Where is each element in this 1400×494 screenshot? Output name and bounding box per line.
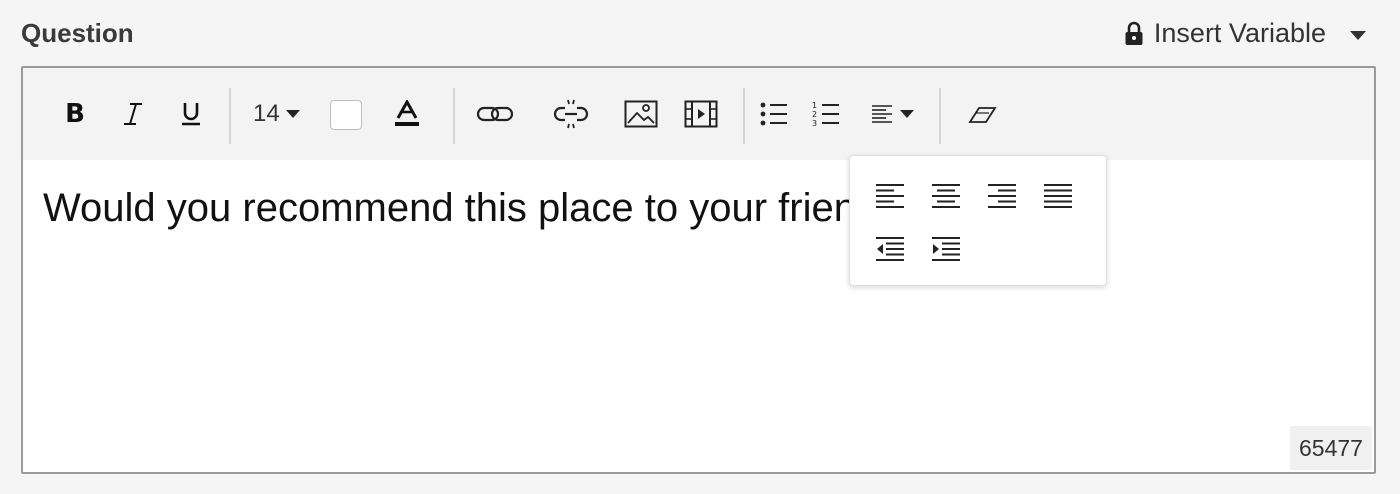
align-center-icon: [932, 184, 960, 208]
svg-text:3: 3: [812, 119, 817, 128]
numbered-list-icon: 1 2 3: [812, 101, 839, 128]
unlink-icon: [553, 99, 589, 129]
italic-button[interactable]: [117, 92, 149, 136]
insert-variable-dropdown[interactable]: Insert Variable: [1124, 18, 1366, 49]
toolbar-divider: [453, 88, 455, 144]
numbered-list-button[interactable]: 1 2 3: [809, 92, 843, 136]
font-size-value: 14: [253, 100, 280, 127]
svg-text:1: 1: [812, 101, 817, 110]
remove-link-button[interactable]: [549, 92, 593, 136]
underline-icon: [182, 103, 200, 126]
insert-video-button[interactable]: [681, 92, 721, 136]
bold-button[interactable]: B: [59, 92, 91, 136]
align-left-option[interactable]: [868, 176, 912, 216]
align-center-option[interactable]: [924, 176, 968, 216]
video-icon: [684, 100, 718, 128]
character-counter: 65477: [1290, 426, 1372, 470]
image-icon: [624, 100, 658, 128]
bullet-list-button[interactable]: [757, 92, 791, 136]
indent-icon: [932, 237, 960, 261]
align-justify-option[interactable]: [1036, 176, 1080, 216]
toolbar-divider: [743, 88, 745, 144]
chevron-down-icon: [900, 110, 914, 118]
toolbar-divider: [939, 88, 941, 144]
rich-text-editor[interactable]: B 14 1 2 3 Would you recommend this plac…: [21, 66, 1376, 474]
outdent-option[interactable]: [868, 229, 912, 269]
svg-text:2: 2: [812, 110, 817, 119]
align-left-icon: [872, 105, 892, 123]
underline-button[interactable]: [175, 92, 207, 136]
link-icon: [476, 106, 514, 122]
lock-icon: [1125, 21, 1143, 45]
editor-content[interactable]: Would you recommend this place to your f…: [43, 186, 1343, 231]
toolbar-divider: [229, 88, 231, 144]
chevron-down-icon: [1350, 31, 1366, 40]
alignment-dropdown[interactable]: [865, 92, 921, 136]
font-color-icon: [395, 100, 419, 126]
align-justify-icon: [1044, 184, 1072, 208]
insert-image-button[interactable]: [621, 92, 661, 136]
indent-option[interactable]: [924, 229, 968, 269]
insert-variable-label: Insert Variable: [1153, 18, 1326, 48]
alignment-menu: [849, 155, 1107, 286]
chevron-down-icon: [285, 110, 300, 118]
question-label: Question: [21, 18, 134, 48]
insert-link-button[interactable]: [473, 92, 517, 136]
font-color-button[interactable]: [391, 92, 423, 136]
eraser-icon: [968, 107, 997, 123]
bold-icon: B: [65, 99, 85, 129]
background-color-picker[interactable]: [330, 100, 362, 130]
italic-icon: [124, 103, 142, 125]
clear-formatting-button[interactable]: [963, 92, 1001, 136]
editor-toolbar: B 14 1 2 3: [23, 68, 1374, 160]
bullet-list-icon: [760, 102, 787, 126]
align-right-option[interactable]: [980, 176, 1024, 216]
align-right-icon: [988, 184, 1016, 208]
outdent-icon: [876, 237, 904, 261]
font-size-dropdown[interactable]: 14: [253, 92, 300, 136]
align-left-icon: [876, 184, 904, 208]
